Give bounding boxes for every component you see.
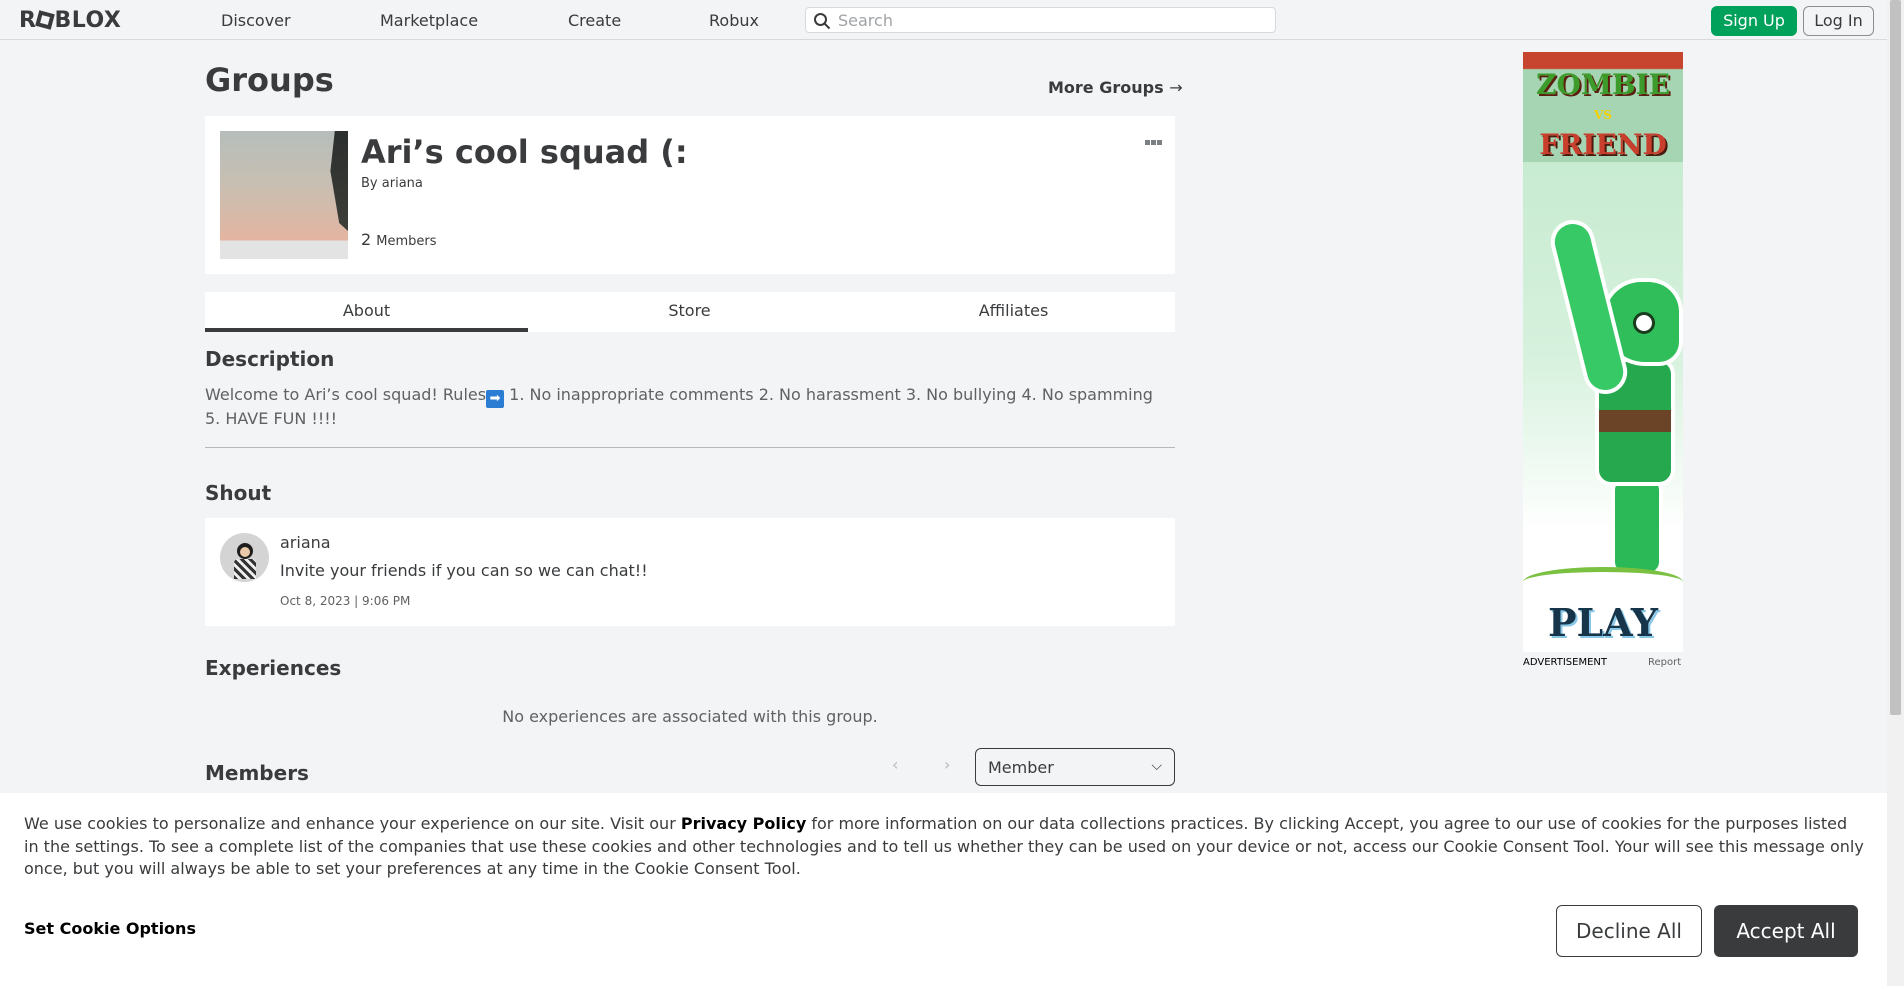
search-input[interactable]: [838, 10, 1268, 30]
chevron-left-icon[interactable]: ‹: [892, 755, 898, 774]
shout-heading: Shout: [205, 481, 272, 505]
tab-about[interactable]: About: [205, 292, 528, 332]
arrow-right-icon: →: [1169, 78, 1183, 97]
advertisement-banner[interactable]: ZOMBIE VS FRIEND PLAY: [1523, 52, 1683, 652]
experiences-heading: Experiences: [205, 656, 342, 680]
tab-store[interactable]: Store: [528, 292, 851, 332]
ad-title-bottom: FRIEND: [1539, 128, 1667, 161]
ad-title-vs: VS: [1594, 108, 1612, 122]
shout-card: ariana Invite your friends if you can so…: [205, 518, 1175, 626]
more-options-icon[interactable]: [1145, 130, 1163, 145]
description-text-start: Welcome to Ari’s cool squad! Rules: [205, 385, 487, 404]
group-name: Ari’s cool squad (:: [361, 133, 688, 171]
group-tabs: About Store Affiliates: [205, 292, 1175, 332]
group-header-card: Ari’s cool squad (: By ariana 2 Members: [205, 116, 1175, 274]
sign-up-button[interactable]: Sign Up: [1711, 6, 1797, 36]
group-description: Welcome to Ari’s cool squad! Rules ➡ 1. N…: [205, 384, 1165, 430]
role-select-value: Member: [988, 758, 1054, 777]
chevron-right-icon[interactable]: ›: [944, 755, 950, 774]
scrollbar-thumb[interactable]: [1890, 0, 1901, 715]
role-select-dropdown[interactable]: Member ⌵: [975, 748, 1175, 786]
emblem-tree-silhouette: [330, 131, 348, 231]
shout-username[interactable]: ariana: [280, 533, 331, 552]
ad-title-top: ZOMBIE: [1536, 68, 1670, 101]
right-arrow-emoji-icon: ➡: [486, 390, 505, 408]
ad-grass-line: [1523, 567, 1683, 597]
accept-all-button[interactable]: Accept All: [1714, 905, 1858, 957]
shout-date: Oct 8, 2023 | 9:06 PM: [280, 594, 411, 608]
shout-message: Invite your friends if you can so we can…: [280, 561, 648, 580]
section-divider: [205, 447, 1175, 448]
roblox-logo[interactable]: R BLOX: [19, 8, 121, 33]
nav-discover[interactable]: Discover: [221, 11, 291, 30]
group-owner: By ariana: [361, 176, 423, 191]
group-emblem-image: [220, 131, 348, 259]
advertisement-label: ADVERTISEMENT: [1523, 657, 1608, 668]
by-label: By: [361, 176, 378, 191]
more-groups-link[interactable]: More Groups →: [1048, 78, 1183, 97]
ad-title: ZOMBIE VS FRIEND: [1527, 70, 1679, 160]
owner-link[interactable]: ariana: [382, 176, 423, 191]
cookie-consent-banner: We use cookies to personalize and enhanc…: [0, 793, 1887, 986]
more-groups-label: More Groups: [1048, 78, 1164, 97]
set-cookie-options-link[interactable]: Set Cookie Options: [24, 919, 196, 938]
members-heading: Members: [205, 761, 309, 785]
no-experiences-message: No experiences are associated with this …: [502, 707, 878, 726]
nav-marketplace[interactable]: Marketplace: [380, 11, 478, 30]
log-in-button[interactable]: Log In: [1803, 6, 1874, 36]
member-count: 2 Members: [361, 230, 437, 249]
tab-affiliates[interactable]: Affiliates: [852, 292, 1175, 332]
search-icon: [814, 13, 831, 30]
cookie-message: We use cookies to personalize and enhanc…: [24, 813, 1864, 881]
ad-report-link[interactable]: Report: [1648, 657, 1681, 668]
search-box[interactable]: [805, 7, 1276, 33]
page-scrollbar[interactable]: [1887, 0, 1904, 986]
nav-create[interactable]: Create: [568, 11, 621, 30]
nav-robux[interactable]: Robux: [709, 11, 759, 30]
member-count-value: 2: [361, 230, 372, 249]
top-navigation: R BLOX Discover Marketplace Create Robux …: [0, 0, 1887, 40]
members-label: Members: [376, 234, 437, 249]
chevron-down-icon: ⌵: [1151, 758, 1162, 774]
privacy-policy-link[interactable]: Privacy Policy: [681, 814, 806, 833]
decline-all-button[interactable]: Decline All: [1556, 905, 1702, 957]
ad-play-button[interactable]: PLAY: [1523, 600, 1683, 645]
page-title: Groups: [205, 61, 334, 99]
cookie-text-part-1: We use cookies to personalize and enhanc…: [24, 814, 681, 833]
description-heading: Description: [205, 347, 335, 371]
zombie-character-image: [1550, 220, 1681, 572]
avatar[interactable]: [220, 533, 269, 582]
